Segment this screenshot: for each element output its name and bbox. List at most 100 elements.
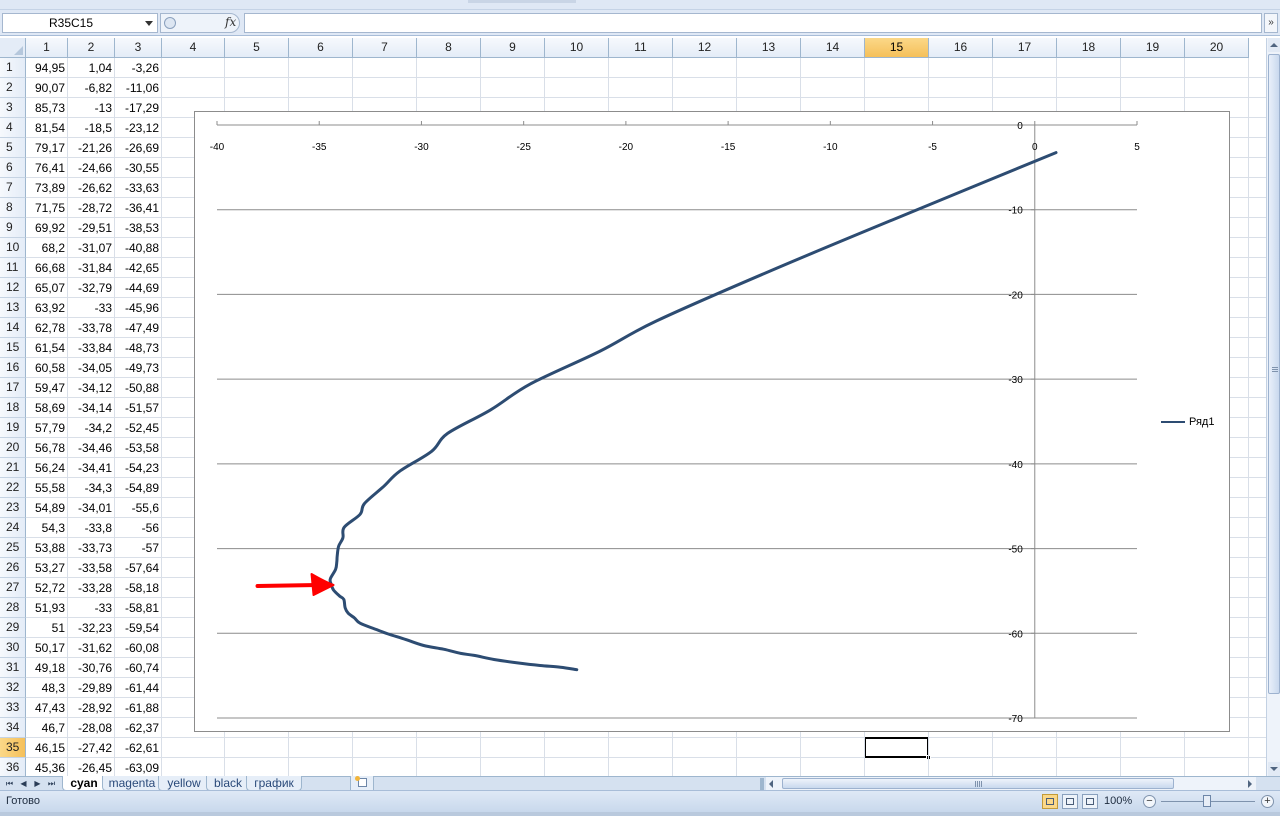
cell-value[interactable]: -34,05 — [68, 358, 115, 378]
cell-value[interactable]: -33,58 — [68, 558, 115, 578]
prev-sheet-icon[interactable]: ◀ — [18, 778, 29, 789]
chart-legend[interactable]: Ряд1 — [1161, 414, 1225, 430]
column-header[interactable]: 10 — [545, 38, 609, 58]
cell-value[interactable]: -50,88 — [115, 378, 162, 398]
row-header[interactable]: 10 — [0, 238, 26, 258]
cell-value[interactable]: -28,92 — [68, 698, 115, 718]
cell-value[interactable]: -58,18 — [115, 578, 162, 598]
zoom-slider-thumb[interactable] — [1203, 795, 1211, 807]
expand-formula-bar-button[interactable]: » — [1264, 13, 1278, 33]
cell-value[interactable]: -27,42 — [68, 738, 115, 758]
arrow-right-icon[interactable] — [1248, 780, 1252, 788]
cell-value[interactable]: -42,65 — [115, 258, 162, 278]
cell-value[interactable]: -34,46 — [68, 438, 115, 458]
horizontal-scroll-thumb[interactable] — [782, 778, 1174, 789]
cell-value[interactable]: -32,23 — [68, 618, 115, 638]
cell-value[interactable]: -55,6 — [115, 498, 162, 518]
cell-value[interactable]: -58,81 — [115, 598, 162, 618]
cell-value[interactable]: -54,89 — [115, 478, 162, 498]
column-header[interactable]: 7 — [353, 38, 417, 58]
column-header[interactable]: 13 — [737, 38, 801, 58]
cell-value[interactable]: -63,09 — [115, 758, 162, 776]
row-header[interactable]: 8 — [0, 198, 26, 218]
cell-value[interactable]: -28,08 — [68, 718, 115, 738]
cell-value[interactable]: 63,92 — [26, 298, 68, 318]
cell-value[interactable]: -33,28 — [68, 578, 115, 598]
cell-value[interactable]: 51 — [26, 618, 68, 638]
row-header[interactable]: 7 — [0, 178, 26, 198]
column-header[interactable]: 9 — [481, 38, 545, 58]
row-header[interactable]: 14 — [0, 318, 26, 338]
row-header[interactable]: 24 — [0, 518, 26, 538]
cell-value[interactable]: -34,3 — [68, 478, 115, 498]
next-sheet-icon[interactable]: ▶ — [32, 778, 43, 789]
cell-value[interactable]: -13 — [68, 98, 115, 118]
row-header[interactable]: 4 — [0, 118, 26, 138]
cell-value[interactable]: -29,89 — [68, 678, 115, 698]
cell-value[interactable]: -36,41 — [115, 198, 162, 218]
cell-value[interactable]: -56 — [115, 518, 162, 538]
row-header[interactable]: 6 — [0, 158, 26, 178]
cell-value[interactable]: 57,79 — [26, 418, 68, 438]
cell-value[interactable]: 69,92 — [26, 218, 68, 238]
cell-value[interactable]: -30,55 — [115, 158, 162, 178]
cell-value[interactable]: 46,15 — [26, 738, 68, 758]
cell-value[interactable]: -21,26 — [68, 138, 115, 158]
cell-value[interactable]: 71,75 — [26, 198, 68, 218]
column-header[interactable]: 4 — [162, 38, 225, 58]
cell-value[interactable]: -26,45 — [68, 758, 115, 776]
cell-value[interactable]: 51,93 — [26, 598, 68, 618]
cell-value[interactable]: -45,96 — [115, 298, 162, 318]
row-header[interactable]: 11 — [0, 258, 26, 278]
cell-value[interactable]: 56,78 — [26, 438, 68, 458]
column-header[interactable]: 1 — [26, 38, 68, 58]
cell-value[interactable]: -51,57 — [115, 398, 162, 418]
vertical-scroll-thumb[interactable] — [1268, 54, 1280, 694]
cell-value[interactable]: 76,41 — [26, 158, 68, 178]
insert-function-icon[interactable]: fx — [225, 15, 236, 29]
row-header[interactable]: 17 — [0, 378, 26, 398]
cell-value[interactable]: -29,51 — [68, 218, 115, 238]
column-header[interactable]: 11 — [609, 38, 673, 58]
cell-value[interactable]: -23,12 — [115, 118, 162, 138]
row-header[interactable]: 22 — [0, 478, 26, 498]
select-all-button[interactable] — [0, 38, 26, 58]
horizontal-scrollbar[interactable] — [766, 777, 1256, 791]
cell-value[interactable]: 58,69 — [26, 398, 68, 418]
cell-value[interactable]: -34,01 — [68, 498, 115, 518]
cell-value[interactable]: 54,3 — [26, 518, 68, 538]
cell-value[interactable]: -6,82 — [68, 78, 115, 98]
cell-value[interactable]: -57,64 — [115, 558, 162, 578]
arrow-left-icon[interactable] — [769, 780, 773, 788]
cell-value[interactable]: 79,17 — [26, 138, 68, 158]
active-cell[interactable] — [864, 737, 931, 760]
sheet-tab[interactable]: yellow — [158, 776, 210, 791]
cell-value[interactable]: -60,08 — [115, 638, 162, 658]
column-header[interactable]: 18 — [1057, 38, 1121, 58]
cell-value[interactable]: -61,88 — [115, 698, 162, 718]
column-header[interactable]: 12 — [673, 38, 737, 58]
cell-value[interactable]: -33,84 — [68, 338, 115, 358]
column-header[interactable]: 20 — [1185, 38, 1249, 58]
cell-value[interactable]: 94,95 — [26, 58, 68, 78]
cell-value[interactable]: -38,53 — [115, 218, 162, 238]
column-header[interactable]: 19 — [1121, 38, 1185, 58]
formula-input[interactable] — [244, 13, 1262, 33]
tab-split-handle[interactable] — [760, 778, 764, 790]
cell-value[interactable]: -60,74 — [115, 658, 162, 678]
cell-value[interactable]: -53,58 — [115, 438, 162, 458]
cell-value[interactable]: -49,73 — [115, 358, 162, 378]
column-header[interactable]: 15 — [865, 38, 929, 58]
cell-value[interactable]: -48,73 — [115, 338, 162, 358]
zoom-out-icon[interactable]: − — [1143, 795, 1156, 808]
cell-value[interactable]: -33,63 — [115, 178, 162, 198]
cell-value[interactable]: -34,41 — [68, 458, 115, 478]
row-header[interactable]: 30 — [0, 638, 26, 658]
cell-value[interactable]: -28,72 — [68, 198, 115, 218]
row-header[interactable]: 1 — [0, 58, 26, 78]
row-header[interactable]: 36 — [0, 758, 26, 776]
cell-value[interactable]: -26,69 — [115, 138, 162, 158]
row-header[interactable]: 34 — [0, 718, 26, 738]
column-header[interactable]: 16 — [929, 38, 993, 58]
row-header[interactable]: 12 — [0, 278, 26, 298]
